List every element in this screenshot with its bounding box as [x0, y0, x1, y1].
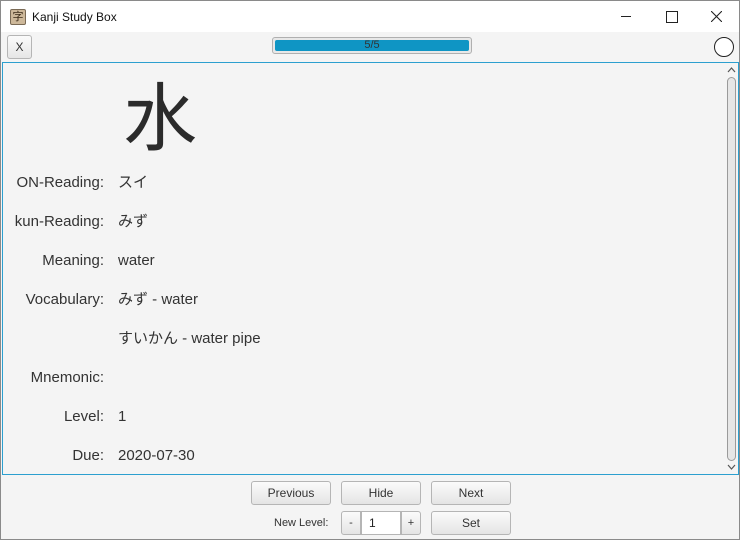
next-button[interactable]: Next [431, 481, 511, 505]
card-content: 水 ON-Reading: スイ kun-Reading: みず Meaning… [2, 62, 739, 475]
kanji-app-icon: 字 [10, 9, 26, 25]
title-bar: 字 Kanji Study Box [1, 1, 739, 32]
vocabulary-value-1: みず - water [118, 291, 199, 308]
on-reading-value: スイ [118, 174, 149, 191]
close-icon[interactable] [694, 1, 740, 32]
kun-reading-label: kun-Reading: [14, 213, 104, 230]
scroll-thumb[interactable] [727, 77, 736, 461]
toolbar: X 5/5 [1, 32, 739, 62]
maximize-icon[interactable] [649, 1, 695, 32]
set-level-button[interactable]: Set [431, 511, 511, 535]
meaning-value: water [118, 252, 155, 269]
minimize-icon[interactable] [603, 1, 649, 32]
level-increment-button[interactable]: + [401, 511, 421, 535]
due-label: Due: [72, 447, 104, 464]
scroll-up-icon[interactable] [727, 66, 736, 74]
kanji-character: 水 [123, 76, 197, 162]
level-label: Level: [63, 408, 104, 425]
scroll-down-icon[interactable] [727, 463, 736, 471]
circle-status-icon[interactable] [714, 37, 734, 57]
progress-text: 5/5 [364, 39, 380, 51]
new-level-label: New Level: [274, 517, 329, 529]
new-level-input[interactable]: 1 [361, 511, 401, 535]
hide-button[interactable]: Hide [341, 481, 421, 505]
close-card-button[interactable]: X [7, 35, 32, 59]
kun-reading-value: みず [118, 213, 149, 230]
meaning-label: Meaning: [42, 252, 104, 269]
vocabulary-label: Vocabulary: [25, 291, 104, 308]
window-title: Kanji Study Box [32, 10, 117, 24]
level-value: 1 [118, 408, 127, 425]
previous-button[interactable]: Previous [251, 481, 331, 505]
progress-bar: 5/5 [272, 37, 472, 54]
on-reading-label: ON-Reading: [16, 174, 104, 191]
level-decrement-button[interactable]: - [341, 511, 361, 535]
app-window: 字 Kanji Study Box X 5/5 水 ON-Reading: スイ… [0, 0, 740, 540]
vocabulary-value-2: すいかん - water pipe [118, 330, 261, 347]
due-value: 2020-07-30 [118, 447, 195, 464]
vertical-scrollbar[interactable] [725, 63, 738, 474]
mnemonic-label: Mnemonic: [30, 369, 104, 386]
